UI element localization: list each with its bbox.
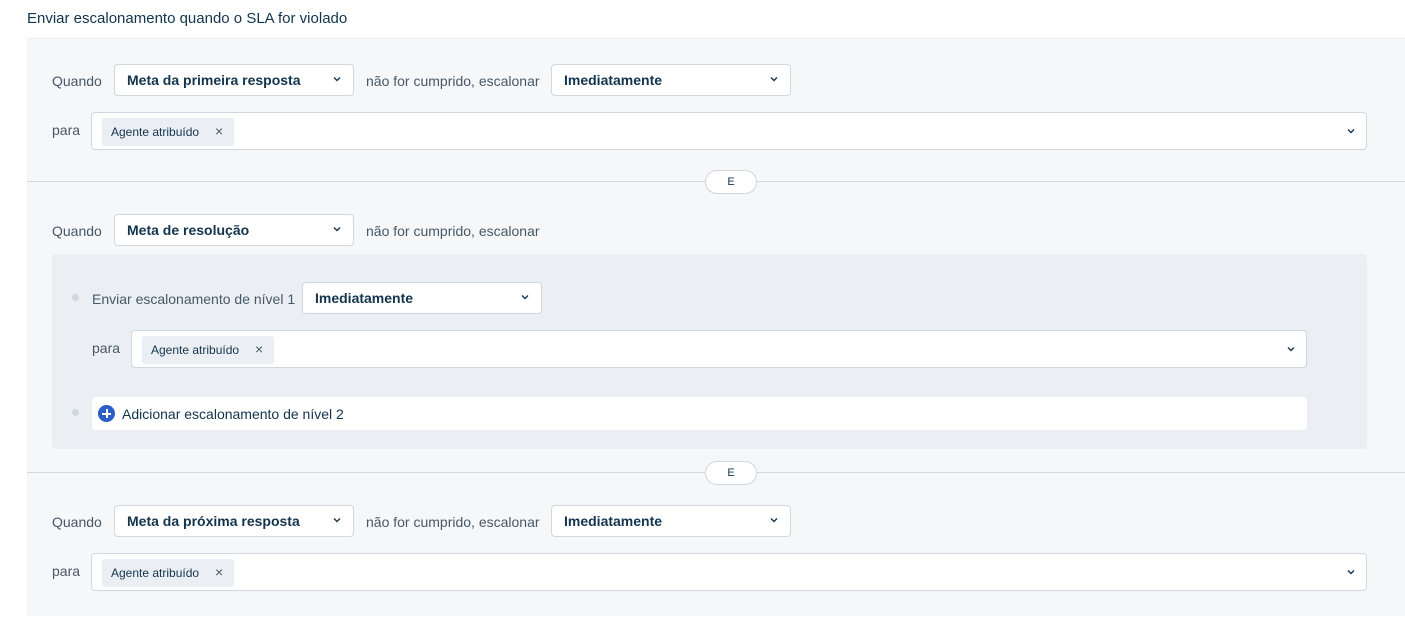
level-1-label: Enviar escalonamento de nível 1 bbox=[92, 291, 296, 307]
to-label: para bbox=[92, 340, 121, 356]
timing-select-value: Imediatamente bbox=[564, 513, 663, 529]
close-icon[interactable]: × bbox=[255, 342, 263, 356]
add-level-2-label: Adicionar escalonamento de nível 2 bbox=[122, 406, 344, 422]
chevron-down-icon bbox=[521, 295, 529, 300]
chevron-down-icon bbox=[770, 77, 778, 82]
chevron-down-icon bbox=[770, 518, 778, 523]
chevron-down-icon bbox=[333, 518, 341, 523]
metric-select-value: Meta da primeira resposta bbox=[127, 72, 301, 88]
metric-select[interactable]: Meta da primeira resposta bbox=[114, 64, 354, 96]
assignee-tag-label: Agente atribuído bbox=[111, 566, 200, 580]
assignee-tag: Agente atribuído × bbox=[142, 336, 274, 364]
assignee-tag: Agente atribuído × bbox=[102, 118, 234, 146]
timing-select[interactable]: Imediatamente bbox=[551, 505, 791, 537]
chevron-down-icon bbox=[333, 227, 341, 232]
close-icon[interactable]: × bbox=[215, 124, 223, 138]
chevron-down-icon bbox=[1287, 347, 1295, 352]
when-label: Quando bbox=[52, 223, 102, 239]
assignee-tag-label: Agente atribuído bbox=[111, 125, 200, 139]
to-label: para bbox=[52, 122, 81, 138]
chevron-down-icon bbox=[1347, 129, 1355, 134]
when-label: Quando bbox=[52, 73, 102, 89]
bullet-dot-icon bbox=[72, 409, 79, 416]
level-1-assignee-multiselect[interactable]: Agente atribuído × bbox=[131, 330, 1307, 368]
page-title: Enviar escalonamento quando o SLA for vi… bbox=[27, 10, 348, 27]
escalation-levels: Enviar escalonamento de nível 1 Imediata… bbox=[52, 254, 1367, 449]
condition-text: não for cumprido, escalonar bbox=[366, 73, 540, 89]
timing-select-value: Imediatamente bbox=[315, 290, 414, 306]
timing-select-value: Imediatamente bbox=[564, 72, 663, 88]
bullet-dot-icon bbox=[72, 294, 79, 301]
to-label: para bbox=[52, 563, 81, 579]
metric-select-value: Meta de resolução bbox=[127, 222, 250, 238]
plus-circle-icon bbox=[98, 405, 115, 422]
assignee-tag-label: Agente atribuído bbox=[151, 343, 240, 357]
condition-text: não for cumprido, escalonar bbox=[366, 514, 540, 530]
level-1-timing-select[interactable]: Imediatamente bbox=[302, 282, 542, 314]
assignee-tag: Agente atribuído × bbox=[102, 559, 234, 587]
when-label: Quando bbox=[52, 514, 102, 530]
and-connector: E bbox=[705, 461, 757, 485]
condition-text: não for cumprido, escalonar bbox=[366, 223, 540, 239]
assignee-multiselect[interactable]: Agente atribuído × bbox=[91, 553, 1367, 591]
metric-select[interactable]: Meta de resolução bbox=[114, 214, 354, 246]
close-icon[interactable]: × bbox=[215, 565, 223, 579]
metric-select-value: Meta da próxima resposta bbox=[127, 513, 300, 529]
add-level-2-button[interactable]: Adicionar escalonamento de nível 2 bbox=[92, 397, 1307, 430]
chevron-down-icon bbox=[1347, 570, 1355, 575]
assignee-multiselect[interactable]: Agente atribuído × bbox=[91, 112, 1367, 150]
metric-select[interactable]: Meta da próxima resposta bbox=[114, 505, 354, 537]
chevron-down-icon bbox=[333, 77, 341, 82]
timing-select[interactable]: Imediatamente bbox=[551, 64, 791, 96]
and-connector: E bbox=[705, 170, 757, 194]
escalation-rules-panel: Quando Meta da primeira resposta não for… bbox=[27, 38, 1405, 616]
